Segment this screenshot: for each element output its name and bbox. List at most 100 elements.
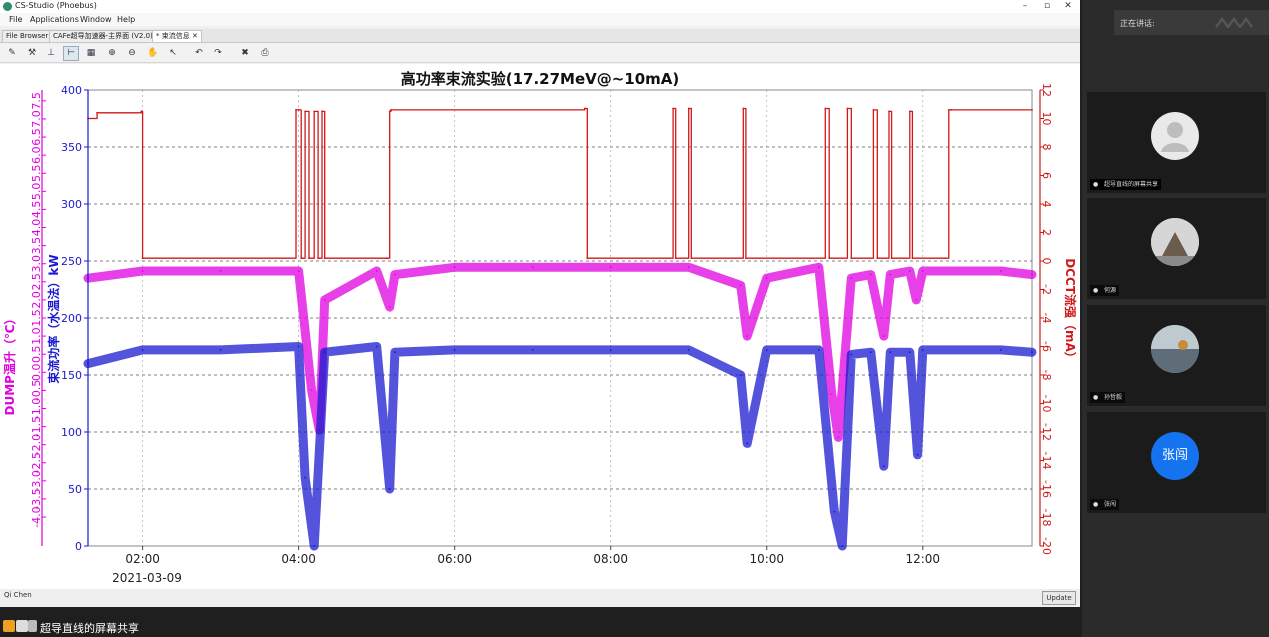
close-icon[interactable]: ✕ <box>1057 0 1079 13</box>
participant-name-text: 超导直线的屏幕共享 <box>1104 181 1159 188</box>
participant-tile[interactable]: 张闯 ● 张闯 <box>1087 412 1266 513</box>
mic-icon: ● <box>1093 181 1099 188</box>
dcct-tick-label: -6 <box>1040 341 1053 352</box>
participant-tile[interactable]: ● 超导直线的屏幕共享 <box>1087 92 1266 193</box>
data-point-dcct <box>911 257 914 260</box>
series-line-dcct <box>87 107 1033 259</box>
speaking-header: 正在讲话: <box>1114 10 1269 35</box>
zoom-in-icon[interactable]: ⊕ <box>104 46 120 61</box>
mic-icon: ● <box>1093 501 1099 508</box>
x-tick-label: 06:00 <box>437 552 472 566</box>
data-point-dcct <box>300 257 303 260</box>
redo-icon[interactable]: ↷ <box>210 46 226 61</box>
tab-file-browser[interactable]: File Browser <box>2 30 53 42</box>
power-tick-label: 400 <box>61 84 82 97</box>
data-point-dcct <box>308 257 310 260</box>
data-point-dump <box>394 273 396 276</box>
menu-help[interactable]: Help <box>117 15 135 24</box>
data-point-dcct <box>950 109 953 111</box>
data-point-power <box>916 453 919 456</box>
power-tick-label: 250 <box>61 255 82 268</box>
data-point-dump <box>837 436 840 439</box>
tool-icon[interactable]: ⊥ <box>43 46 59 61</box>
tool-icon[interactable]: ✎ <box>4 46 20 61</box>
dcct-tick-label: 10 <box>1040 112 1053 126</box>
share-screen-icon[interactable] <box>16 620 28 632</box>
data-point-dcct <box>297 109 300 111</box>
data-point-dcct <box>687 107 690 110</box>
export-icon[interactable]: ✖ <box>237 46 253 61</box>
data-point-dcct <box>876 257 879 260</box>
minimize-icon[interactable]: – <box>1014 0 1036 13</box>
dcct-tick-label: -10 <box>1040 395 1053 413</box>
beam-chart[interactable]: 高功率束流实验(17.27MeV@~10mA)-4.0-3.5-3.0-2.5-… <box>0 64 1080 589</box>
participant-name: ● 何源 <box>1090 285 1120 296</box>
zoom-out-icon[interactable]: ⊖ <box>124 46 140 61</box>
power-tick-label: 350 <box>61 141 82 154</box>
data-point-power <box>297 345 300 348</box>
dcct-tick-label: 4 <box>1040 201 1053 208</box>
data-point-power <box>1031 351 1033 354</box>
dcct-tick-label: -18 <box>1040 509 1053 527</box>
data-point-dcct <box>742 107 745 110</box>
data-point-dcct <box>390 109 392 111</box>
dump-tick-label: 3.0 <box>30 255 43 273</box>
print-icon[interactable]: ⎙ <box>257 46 273 61</box>
x-tick-label: 02:00 <box>125 552 160 566</box>
data-point-power <box>765 349 768 351</box>
x-tick-label: 12:00 <box>905 552 940 566</box>
undo-icon[interactable]: ↶ <box>191 46 207 61</box>
pan-icon[interactable]: ✋ <box>145 46 161 61</box>
default-avatar-icon <box>1151 112 1199 160</box>
data-point-dump <box>921 270 924 272</box>
participant-tile[interactable]: ● 孙哲毅 <box>1087 305 1266 406</box>
data-point-power <box>869 351 872 354</box>
data-point-dcct <box>140 110 143 113</box>
data-point-dump <box>999 270 1002 272</box>
tool-icon[interactable]: ⚒ <box>24 46 40 61</box>
data-point-dump <box>453 266 456 269</box>
tab-beam-info[interactable]: * 束流信息 ✕ <box>152 30 202 42</box>
data-point-power <box>323 351 326 354</box>
maximize-icon[interactable]: ▫ <box>1036 0 1058 13</box>
data-point-dump <box>141 270 144 272</box>
data-point-dump <box>830 393 833 395</box>
x-tick-label: 04:00 <box>281 552 316 566</box>
mic-icon[interactable] <box>28 620 37 632</box>
dcct-tick-label: -4 <box>1040 313 1053 324</box>
menu-file[interactable]: File <box>9 15 22 24</box>
data-point-power <box>219 349 222 351</box>
menu-applications[interactable]: Applications <box>30 15 79 24</box>
data-point-power <box>739 374 742 376</box>
tab-cafe-main[interactable]: CAFe超导加速器-主界面 (V2.0) <box>49 30 157 42</box>
text-avatar: 张闯 <box>1151 432 1199 480</box>
data-point-dump <box>739 284 742 287</box>
dcct-tick-label: 6 <box>1040 172 1053 179</box>
participant-name: ● 张闯 <box>1090 499 1120 510</box>
update-button[interactable]: Update <box>1042 591 1076 605</box>
meeting-panel: 正在讲话: ● 超导直线的屏幕共享 ● 何源 ● 孙哲毅 张闯 ● 张闯 <box>1082 0 1269 637</box>
axis-icon[interactable]: ▦ <box>83 46 99 61</box>
app-icon <box>3 2 12 11</box>
data-point-dump <box>388 306 391 308</box>
dump-axis-label: DUMP温升（℃） <box>2 313 17 416</box>
x-date-label: 2021-03-09 <box>112 571 182 585</box>
data-point-dcct <box>888 110 890 113</box>
dump-tick-label: 4.5 <box>30 201 43 219</box>
mic-icon: ● <box>1093 287 1099 294</box>
data-point-power <box>999 349 1002 351</box>
dcct-tick-label: -8 <box>1040 370 1053 381</box>
data-point-dcct <box>824 107 827 110</box>
dcct-tick-label: -14 <box>1040 452 1053 470</box>
data-point-power <box>531 349 534 351</box>
data-point-power <box>388 488 391 490</box>
power-tick-label: 200 <box>61 312 82 325</box>
crosshair-icon[interactable]: ⊢ <box>63 46 79 61</box>
data-point-dcct <box>872 109 875 111</box>
pointer-icon[interactable]: ↖ <box>165 46 181 61</box>
data-point-power <box>304 476 306 479</box>
menu-window[interactable]: Window <box>80 15 112 24</box>
data-point-dump <box>746 335 749 337</box>
participant-tile[interactable]: ● 何源 <box>1087 198 1266 299</box>
plot-frame <box>87 89 1033 547</box>
